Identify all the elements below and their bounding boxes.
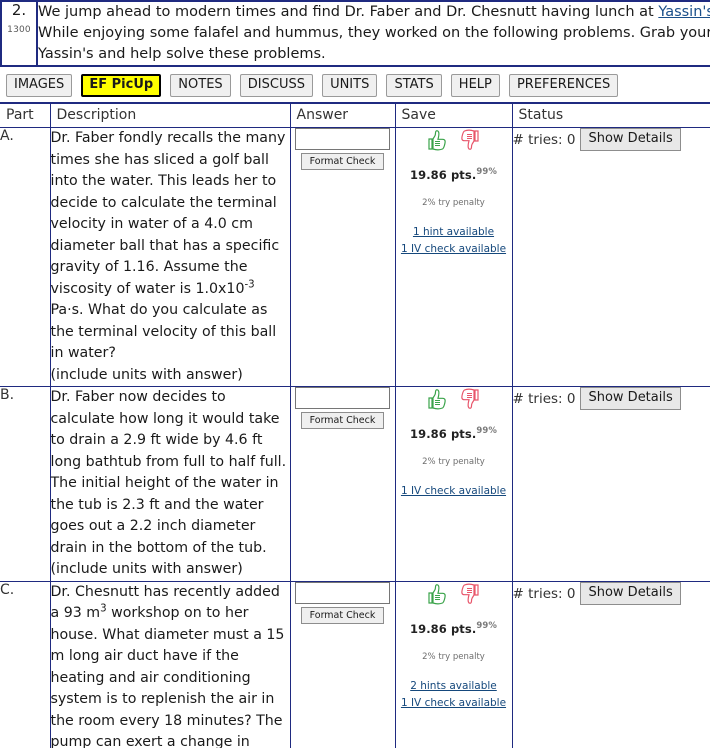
format-check-button-a[interactable]: Format Check xyxy=(301,153,384,170)
parts-table: Part Description Answer Save Status A. D… xyxy=(0,104,710,748)
header-description: Description xyxy=(49,104,291,128)
tab-help[interactable]: HELP xyxy=(450,74,500,97)
tab-preferences[interactable]: PREFERENCES xyxy=(508,74,619,97)
thumbs-group-b xyxy=(396,387,512,413)
description-a-note: (include units with answer) xyxy=(50,366,243,383)
iv-check-link-c[interactable]: 1 IV check available xyxy=(396,697,512,709)
problem-page: 2. 1300 We jump ahead to modern times an… xyxy=(0,0,710,748)
table-header-row: Part Description Answer Save Status xyxy=(0,104,710,128)
save-cell-a: 19.86 pts.99% 2% try penalty 1 hint avai… xyxy=(394,127,513,387)
problem-line-2: While enjoying some falafel and hummus, … xyxy=(38,25,710,41)
penalty-c: 2% try penalty xyxy=(422,651,485,662)
part-label-b: B. xyxy=(0,386,51,582)
points-percent-b: 99% xyxy=(476,426,497,437)
points-value-a: 19.86 pts. xyxy=(410,168,477,182)
format-check-button-b[interactable]: Format Check xyxy=(301,412,384,429)
header-save: Save xyxy=(394,104,513,128)
status-cell-b: # tries: 0 Show Details xyxy=(511,386,710,582)
description-b-text1: Dr. Faber now decides to calculate how l… xyxy=(50,389,287,556)
tab-units[interactable]: UNITS xyxy=(322,74,378,97)
description-b: Dr. Faber now decides to calculate how l… xyxy=(49,386,291,582)
problem-number-cell: 2. 1300 xyxy=(0,0,38,67)
description-c-text2: workshop on to her house. What diameter … xyxy=(50,605,285,748)
description-a: Dr. Faber fondly recalls the many times … xyxy=(49,127,291,387)
answer-cell-a: Format Check xyxy=(289,127,396,387)
description-c: Dr. Chesnutt has recently added a 93 m3 … xyxy=(49,580,291,748)
problem-statement: We jump ahead to modern times and find D… xyxy=(36,0,710,67)
answer-input-a[interactable] xyxy=(295,128,390,150)
points-a: 19.86 pts.99% xyxy=(396,168,512,182)
show-details-button-b[interactable]: Show Details xyxy=(580,387,681,410)
problem-line-1: We jump ahead to modern times and find D… xyxy=(38,2,710,23)
part-label-c: C. xyxy=(0,580,51,748)
thumbs-up-icon[interactable] xyxy=(426,582,448,606)
table-row: A. Dr. Faber fondly recalls the many tim… xyxy=(0,127,710,387)
problem-text-1: We jump ahead to modern times and find D… xyxy=(38,4,659,20)
penalty-a: 2% try penalty xyxy=(422,198,485,208)
tries-count-b: # tries: 0 xyxy=(512,391,576,407)
thumbs-group-a xyxy=(396,128,512,154)
show-details-button-a[interactable]: Show Details xyxy=(580,128,681,151)
answer-input-c[interactable] xyxy=(295,581,390,604)
points-percent-c: 99% xyxy=(476,620,497,631)
status-cell-a: # tries: 0 Show Details xyxy=(511,127,710,387)
problem-banner: 2. 1300 We jump ahead to modern times an… xyxy=(0,0,710,67)
tab-images[interactable]: IMAGES xyxy=(6,74,73,97)
part-label-a: A. xyxy=(0,127,51,387)
tab-bar: IMAGES EF PicUp NOTES DISCUSS UNITS STAT… xyxy=(0,67,710,104)
hints-link-c[interactable]: 2 hints available xyxy=(396,680,512,692)
points-value-c: 19.86 pts. xyxy=(410,621,477,636)
points-value-b: 19.86 pts. xyxy=(410,427,477,441)
answer-cell-b: Format Check xyxy=(289,386,396,582)
header-answer: Answer xyxy=(289,104,396,128)
points-c: 19.86 pts.99% xyxy=(396,620,512,636)
iv-check-link-a[interactable]: 1 IV check available xyxy=(396,243,512,255)
thumbs-down-icon[interactable] xyxy=(459,128,481,152)
header-part: Part xyxy=(0,104,51,128)
tab-ef-picup[interactable]: EF PicUp xyxy=(81,74,162,97)
falafel-house-link[interactable]: Yassin's Falafel House xyxy=(658,4,710,20)
problem-number: 2. xyxy=(11,1,27,19)
save-cell-b: 19.86 pts.99% 2% try penalty 1 IV check … xyxy=(394,386,513,582)
thumbs-up-icon[interactable] xyxy=(426,128,448,152)
description-a-exp1: -3 xyxy=(244,278,255,290)
description-b-note: (include units with answer) xyxy=(50,561,243,577)
thumbs-down-icon[interactable] xyxy=(459,387,481,411)
description-a-text1: Dr. Faber fondly recalls the many times … xyxy=(50,130,286,297)
show-details-button-c[interactable]: Show Details xyxy=(580,581,681,605)
thumbs-up-icon[interactable] xyxy=(426,387,448,411)
format-check-button-c[interactable]: Format Check xyxy=(301,606,384,624)
points-percent-a: 99% xyxy=(476,167,497,178)
problem-line-3: Yassin's and help solve these problems. xyxy=(38,46,326,62)
description-a-text2: Pa·s. What do you calculate as the termi… xyxy=(50,302,277,361)
tab-discuss[interactable]: DISCUSS xyxy=(239,74,313,97)
header-status: Status xyxy=(511,104,710,128)
table-row: B. Dr. Faber now decides to calculate ho… xyxy=(0,386,710,582)
iv-check-link-b[interactable]: 1 IV check available xyxy=(396,485,512,497)
points-b: 19.86 pts.99% xyxy=(396,427,512,441)
status-cell-c: # tries: 0 Show Details xyxy=(511,580,710,748)
table-row: C. Dr. Chesnutt has recently added a 93 … xyxy=(0,580,710,748)
answer-input-b[interactable] xyxy=(295,387,390,409)
thumbs-down-icon[interactable] xyxy=(459,582,481,606)
tab-notes[interactable]: NOTES xyxy=(170,74,231,97)
answer-cell-c: Format Check xyxy=(289,580,396,748)
save-cell-c: 19.86 pts.99% 2% try penalty 2 hints ava… xyxy=(394,580,513,748)
problem-id: 1300 xyxy=(7,24,31,35)
penalty-b: 2% try penalty xyxy=(422,457,485,467)
tab-stats[interactable]: STATS xyxy=(386,74,442,97)
tries-count-c: # tries: 0 xyxy=(512,585,576,602)
hint-link-a[interactable]: 1 hint available xyxy=(396,226,512,238)
tries-count-a: # tries: 0 xyxy=(512,132,576,148)
thumbs-group-c xyxy=(396,582,512,608)
